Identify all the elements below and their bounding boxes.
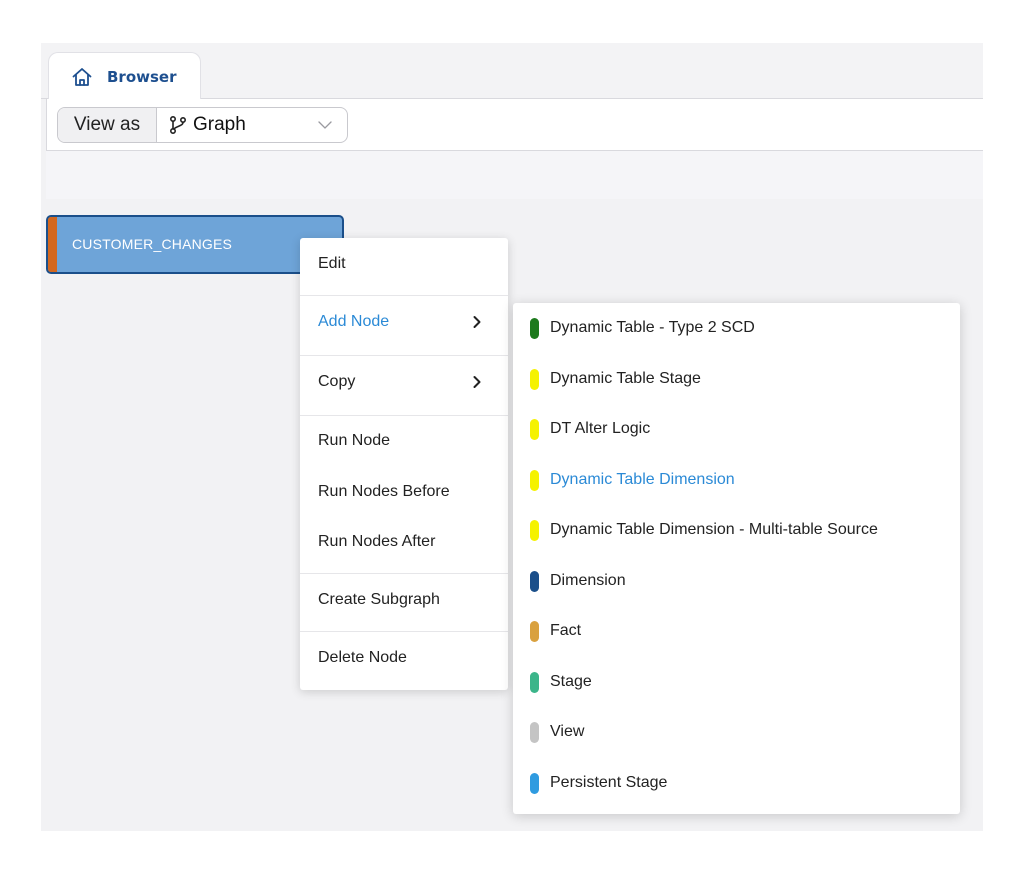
submenu-item-label: Dynamic Table - Type 2 SCD [550,319,755,336]
menu-item-label: Delete Node [318,649,407,666]
submenu-item-dynamic-table-type-2-scd[interactable]: Dynamic Table - Type 2 SCD [513,308,960,348]
secondary-toolbar [46,151,983,199]
submenu-item-label: Dynamic Table Dimension [550,471,735,488]
view-mode-value: Graph [193,114,246,135]
submenu-item-dynamic-table-dimension[interactable]: Dynamic Table Dimension [513,460,960,500]
submenu-item-view[interactable]: View [513,712,960,752]
submenu-item-dynamic-table-stage[interactable]: Dynamic Table Stage [513,359,960,399]
home-icon [71,66,93,88]
tab-browser[interactable]: Browser [48,52,201,100]
menu-item-run-nodes-before[interactable]: Run Nodes Before [300,472,508,512]
node-type-color [530,318,539,339]
node-type-color [530,571,539,592]
submenu-item-dimension[interactable]: Dimension [513,561,960,601]
tab-bar: Browser [41,43,983,100]
node-type-color [530,722,539,743]
menu-item-label: Copy [318,373,356,390]
submenu-item-label: Fact [550,622,582,639]
menu-item-delete-node[interactable]: Delete Node [300,638,508,678]
menu-divider [300,415,508,416]
chevron-right-icon [472,374,482,390]
menu-item-label: Run Node [318,432,391,449]
node-type-color [530,369,539,390]
node-type-stripe [48,217,57,272]
menu-item-label: Add Node [318,313,390,330]
menu-item-label: Edit [318,255,346,272]
submenu-item-dt-alter-logic[interactable]: DT Alter Logic [513,409,960,449]
menu-item-edit[interactable]: Edit [300,244,508,284]
menu-item-run-node[interactable]: Run Node [300,421,508,461]
menu-divider [300,573,508,574]
submenu-item-label: Stage [550,673,592,690]
menu-item-label: Create Subgraph [318,591,440,608]
menu-item-label: Run Nodes Before [318,483,450,500]
menu-divider [300,355,508,356]
menu-item-add-node[interactable]: Add Node [300,302,508,342]
submenu-item-persistent-stage[interactable]: Persistent Stage [513,763,960,803]
submenu-item-label: Dynamic Table Stage [550,370,701,387]
node-type-color [530,621,539,642]
menu-item-label: Run Nodes After [318,533,436,550]
view-as-label: View as [58,108,157,142]
add-node-submenu: Dynamic Table - Type 2 SCD Dynamic Table… [513,303,960,814]
git-branch-icon [169,115,187,135]
view-mode-select[interactable]: Graph [157,108,347,142]
node-type-color [530,470,539,491]
menu-item-create-subgraph[interactable]: Create Subgraph [300,580,508,620]
chevron-right-icon [472,314,482,330]
node-type-color [530,419,539,440]
node-type-color [530,672,539,693]
menu-item-run-nodes-after[interactable]: Run Nodes After [300,522,508,562]
menu-divider [300,631,508,632]
menu-item-copy[interactable]: Copy [300,362,508,402]
submenu-item-label: DT Alter Logic [550,420,651,437]
node-type-color [530,773,539,794]
chevron-down-icon [317,117,333,133]
submenu-item-fact[interactable]: Fact [513,611,960,651]
submenu-item-label: Dynamic Table Dimension - Multi-table So… [550,521,878,538]
submenu-item-label: View [550,723,585,740]
submenu-item-stage[interactable]: Stage [513,662,960,702]
submenu-item-dynamic-table-dimension-multi-table-source[interactable]: Dynamic Table Dimension - Multi-table So… [513,510,960,550]
menu-divider [300,295,508,296]
node-type-color [530,520,539,541]
context-menu: Edit Add Node Copy Run Node Run Nodes Be… [300,238,508,690]
view-as-control: View as Graph [57,107,348,143]
submenu-item-label: Persistent Stage [550,774,668,791]
node-name: CUSTOMER_CHANGES [72,236,233,252]
tab-label: Browser [107,67,177,86]
toolbar: View as Graph [46,99,983,151]
submenu-item-label: Dimension [550,572,626,589]
